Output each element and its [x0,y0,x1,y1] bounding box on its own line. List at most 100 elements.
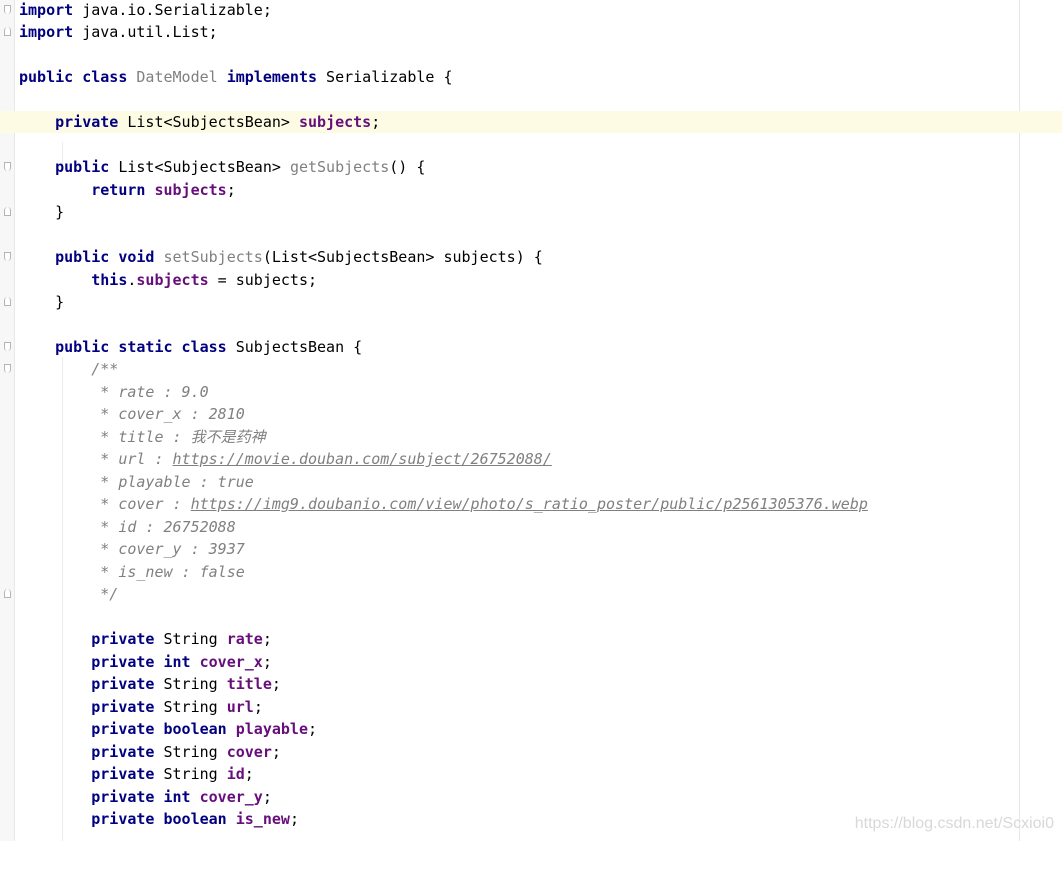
code-text: ; [244,765,254,783]
keyword: import [19,23,74,41]
code-text: ; [253,698,263,716]
code-line[interactable]: import java.util.List; [0,21,1062,43]
code-line[interactable]: * cover : https://img9.doubanio.com/view… [0,493,1062,515]
code-line[interactable]: return subjects; [0,179,1062,201]
field-name: playable [235,720,308,738]
comment-text: * title : 我不是药神 [91,428,266,446]
field-name: url [226,698,254,716]
code-text: ; [262,788,272,806]
code-line[interactable]: } [0,201,1062,223]
code-line[interactable]: public static class SubjectsBean { [0,336,1062,358]
comment-text: * url : [91,450,173,468]
keyword: private int [91,653,191,671]
code-line[interactable]: * cover_y : 3937 [0,538,1062,560]
code-text: String [154,765,227,783]
comment-text: * cover_x : 2810 [91,405,245,423]
field-name: is_new [235,810,290,828]
code-line[interactable]: * is_new : false [0,561,1062,583]
watermark-text: https://blog.csdn.net/Scxioi0 [854,815,1054,832]
keyword: private int [91,788,191,806]
code-text: ; [271,675,281,693]
fold-end-icon[interactable] [4,297,11,306]
code-text: ; [271,743,281,761]
code-text: ; [289,810,299,828]
code-text: List<SubjectsBean> [118,113,299,131]
comment-text: * cover_y : 3937 [91,540,245,558]
code-line[interactable]: private String id; [0,763,1062,785]
code-line[interactable]: private int cover_y; [0,786,1062,808]
code-line[interactable]: * playable : true [0,471,1062,493]
code-text: = subjects; [208,271,318,289]
field-name: id [226,765,245,783]
code-line-current[interactable]: private List<SubjectsBean> subjects; [0,111,1062,133]
code-line[interactable]: private String rate; [0,628,1062,650]
code-text: Serializable { [317,68,453,86]
code-line[interactable]: * cover_x : 2810 [0,403,1062,425]
keyword: implements [226,68,318,86]
code-text: (List<SubjectsBean> subjects) { [262,248,543,266]
code-line[interactable]: public class DateModel implements Serial… [0,66,1062,88]
code-line[interactable]: private int cover_x; [0,651,1062,673]
code-text: String [154,630,227,648]
keyword: private [91,765,155,783]
keyword: public [55,158,110,176]
code-line[interactable]: * rate : 9.0 [0,381,1062,403]
fold-toggle-icon[interactable] [4,364,11,373]
keyword: private [91,698,155,716]
field-name: cover [226,743,272,761]
code-text: ; [262,653,272,671]
code-line[interactable]: private String cover; [0,741,1062,763]
fold-end-icon[interactable] [4,207,11,216]
code-text: String [154,675,227,693]
fold-toggle-icon[interactable] [4,162,11,171]
keyword: private [91,630,155,648]
fold-toggle-icon[interactable] [4,252,11,261]
code-line[interactable]: public List<SubjectsBean> getSubjects() … [0,156,1062,178]
code-line[interactable]: import java.io.Serializable; [0,0,1062,21]
comment-text: * playable : true [91,473,254,491]
keyword: private boolean [91,810,227,828]
code-line[interactable]: /** [0,358,1062,380]
fold-end-icon[interactable] [4,589,11,598]
field-name: subjects [136,271,209,289]
field-name: subjects [298,113,372,131]
code-text: String [154,698,227,716]
code-line[interactable]: private String title; [0,673,1062,695]
comment-text: * cover : [91,495,191,513]
keyword: import [19,1,74,19]
code-text: ; [262,630,272,648]
code-line[interactable]: * url : https://movie.douban.com/subject… [0,448,1062,470]
cover-link[interactable]: https://img9.doubanio.com/view/photo/s_r… [191,495,868,513]
code-text: List<SubjectsBean> [109,158,290,176]
code-line[interactable]: * id : 26752088 [0,516,1062,538]
comment-text: /** [91,360,119,378]
field-name: cover_x [199,653,263,671]
fold-toggle-icon[interactable] [4,5,11,14]
keyword: private [91,743,155,761]
fold-end-icon[interactable] [4,27,11,36]
code-line[interactable]: * title : 我不是药神 [0,426,1062,448]
field-name: title [226,675,272,693]
code-text: java.util.List; [73,23,218,41]
field-name: subjects [154,181,227,199]
fold-toggle-icon[interactable] [4,342,11,351]
code-text: ; [308,720,318,738]
code-line[interactable]: } [0,291,1062,313]
code-line[interactable]: public void setSubjects(List<SubjectsBea… [0,246,1062,268]
class-name: DateModel [136,68,218,86]
code-text: } [55,203,65,221]
keyword: return [91,181,146,199]
code-text: ; [371,113,381,131]
keyword: private [91,675,155,693]
method-name: getSubjects [289,158,390,176]
code-editor[interactable]: import java.io.Serializable; import java… [0,0,1062,841]
url-link[interactable]: https://movie.douban.com/subject/2675208… [173,450,552,468]
code-line[interactable]: */ [0,583,1062,605]
code-line[interactable]: private String url; [0,696,1062,718]
code-line[interactable]: private boolean playable; [0,718,1062,740]
keyword: public void [55,248,155,266]
code-line[interactable]: this.subjects = subjects; [0,269,1062,291]
